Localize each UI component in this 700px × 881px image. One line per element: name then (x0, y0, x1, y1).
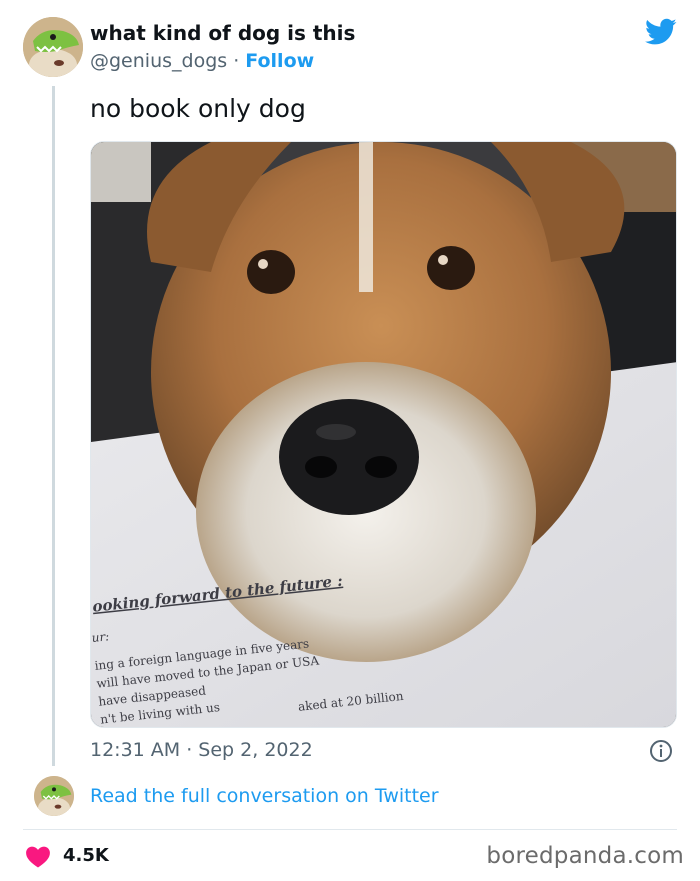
info-icon[interactable] (649, 739, 673, 763)
read-full-conversation-link[interactable]: Read the full conversation on Twitter (90, 785, 439, 807)
thread-line (52, 86, 55, 766)
like-count[interactable]: 4.5K (63, 845, 109, 866)
follow-button[interactable]: Follow (245, 50, 314, 72)
tweet-text: no book only dog (90, 94, 306, 123)
footer-divider (23, 829, 677, 830)
paper-line-2: ur: (91, 629, 110, 645)
handle-separator: · (227, 50, 246, 72)
heart-icon[interactable] (25, 844, 51, 868)
profile-avatar[interactable] (23, 17, 83, 77)
dino-mask-dog-small-image (34, 776, 74, 816)
handle-row: @genius_dogs · Follow (90, 50, 314, 72)
dino-mask-dog-image (23, 17, 83, 77)
reply-avatar[interactable] (34, 776, 74, 816)
tweet-photo[interactable]: ooking forward to the future : ur: ing a… (90, 141, 677, 728)
display-name[interactable]: what kind of dog is this (90, 21, 355, 45)
dog-photo-image: ooking forward to the future : ur: ing a… (91, 142, 676, 727)
site-watermark: boredpanda.com (486, 843, 684, 869)
tweet-timestamp[interactable]: 12:31 AM · Sep 2, 2022 (90, 739, 313, 761)
twitter-bird-icon[interactable] (645, 18, 677, 46)
user-handle[interactable]: @genius_dogs (90, 50, 227, 72)
